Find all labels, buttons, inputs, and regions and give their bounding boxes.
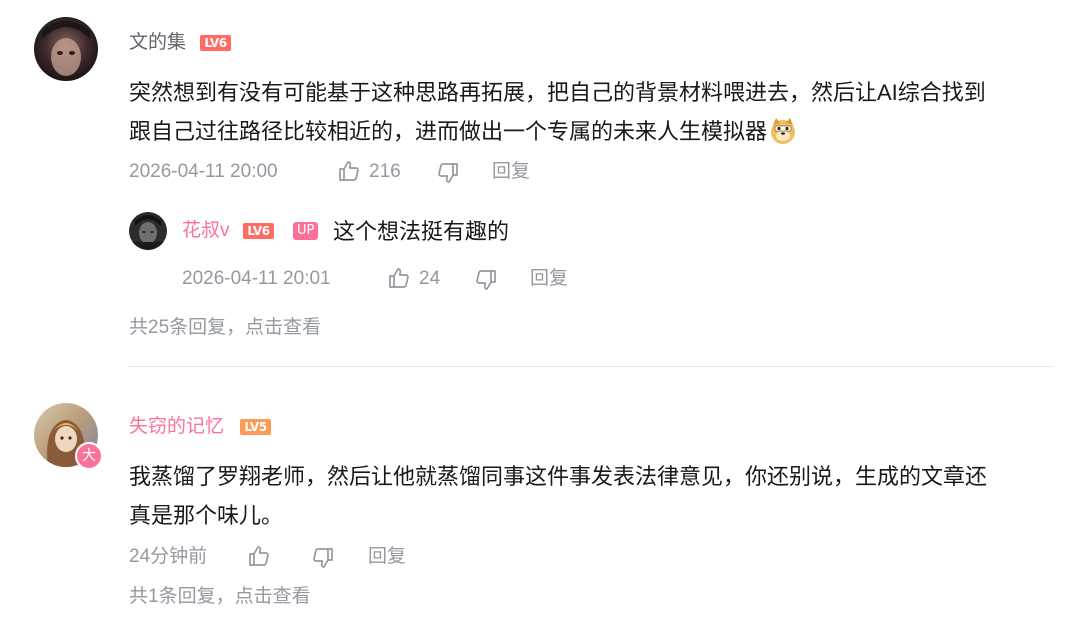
comment-text: 我蒸馏了罗翔老师，然后让他就蒸馏同事这件事发表法律意见，你还别说，生成的文章还 … xyxy=(129,457,1059,535)
comment-time: 2026-04-11 20:00 xyxy=(129,161,278,182)
level-badge: LV6 xyxy=(243,223,274,239)
comment-text-line: 跟自己过往路径比较相近的，进而做出一个专属的未来人生模拟器 xyxy=(129,112,1059,157)
username[interactable]: 失窃的记忆 xyxy=(129,415,224,439)
thumbs-up-icon[interactable] xyxy=(387,266,411,295)
vip-badge-text: 大 xyxy=(82,448,96,464)
avatar[interactable] xyxy=(34,17,98,81)
view-replies-link[interactable]: 共25条回复，点击查看 xyxy=(129,316,321,340)
vip-badge: 大 xyxy=(75,442,103,470)
comment-text-line: 我蒸馏了罗翔老师，然后让他就蒸馏同事这件事发表法律意见，你还别说，生成的文章还 xyxy=(129,464,988,489)
reply-time: 2026-04-11 20:01 xyxy=(182,268,331,289)
level-badge: LV5 xyxy=(240,419,271,435)
thumbs-down-icon[interactable] xyxy=(311,546,335,575)
comment-text-line: 突然想到有没有可能基于这种思路再拓展，把自己的背景材料喂进去，然后让AI综合找到 xyxy=(129,80,986,105)
reply-button[interactable]: 回复 xyxy=(530,267,568,291)
thumbs-up-icon[interactable] xyxy=(247,544,271,573)
reply-text: 这个想法挺有趣的 xyxy=(333,219,510,244)
comment-text-line: 真是那个味儿。 xyxy=(129,503,284,528)
divider xyxy=(129,366,1053,367)
thumbs-down-icon[interactable] xyxy=(436,161,460,190)
thumbs-up-icon[interactable] xyxy=(337,159,361,188)
like-count: 24 xyxy=(419,268,441,289)
level-badge: LV6 xyxy=(200,35,231,51)
like-count: 216 xyxy=(369,161,401,182)
reply-button[interactable]: 回复 xyxy=(492,160,530,184)
reply-button[interactable]: 回复 xyxy=(368,545,406,569)
comment-text-span: 跟自己过往路径比较相近的，进而做出一个专属的未来人生模拟器 xyxy=(129,119,768,144)
up-badge: UP xyxy=(293,222,319,240)
thumbs-down-icon[interactable] xyxy=(474,268,498,297)
doge-emoji-icon xyxy=(769,117,797,157)
reply-avatar[interactable] xyxy=(129,212,167,250)
comment-text: 突然想到有没有可能基于这种思路再拓展，把自己的背景材料喂进去，然后让AI综合找到… xyxy=(129,73,1059,157)
reply-username[interactable]: 花叔v xyxy=(182,219,230,243)
view-replies-link[interactable]: 共1条回复，点击查看 xyxy=(129,585,311,609)
comment-time: 24分钟前 xyxy=(129,546,208,567)
username[interactable]: 文的集 xyxy=(129,31,186,55)
